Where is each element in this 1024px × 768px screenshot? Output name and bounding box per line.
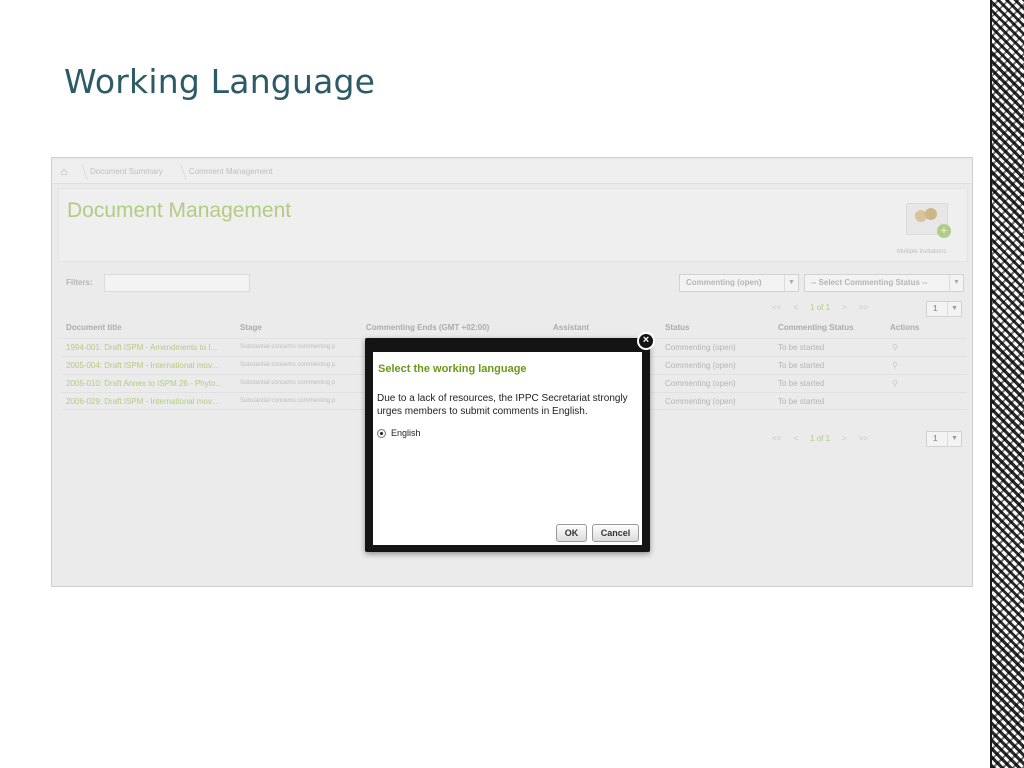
pager-first[interactable]: << xyxy=(772,303,781,312)
row-stage: Substantial concerns commenting p xyxy=(240,398,336,404)
pager-info: 1 of 1 xyxy=(810,434,831,443)
filters-label: Filters: xyxy=(66,278,93,287)
row-status: Commenting (open) xyxy=(665,361,736,370)
row-document-title[interactable]: 2005-010: Draft Annex to ISPM 26 - Phyto… xyxy=(66,375,236,392)
page-select-value: 1 xyxy=(933,434,938,443)
header-document-title[interactable]: Document title xyxy=(66,323,122,332)
filters-input[interactable] xyxy=(104,274,250,292)
multiple-invitations-icon[interactable]: + xyxy=(906,203,951,238)
page-select-value: 1 xyxy=(933,304,938,313)
row-commenting-status: To be started xyxy=(778,379,825,388)
row-stage: Substantial concerns commenting p xyxy=(240,362,336,368)
status-select-value: Commenting (open) xyxy=(686,278,762,287)
pager-next[interactable]: > xyxy=(842,434,847,443)
header-status[interactable]: Status xyxy=(665,323,689,332)
header-commenting-ends[interactable]: Commenting Ends (GMT +02:00) xyxy=(366,323,489,332)
slide-title: Working Language xyxy=(64,62,376,101)
language-option-english[interactable]: English xyxy=(377,428,421,438)
ok-button[interactable]: OK xyxy=(556,524,587,542)
pager-prev[interactable]: < xyxy=(793,303,798,312)
row-stage: Substantial concerns commenting p xyxy=(240,344,336,350)
page-select-bottom[interactable]: 1 ▼ xyxy=(926,431,962,447)
radio-selected-icon[interactable] xyxy=(377,428,386,438)
row-status: Commenting (open) xyxy=(665,379,736,388)
commenting-status-select[interactable]: -- Select Commenting Status -- ▼ xyxy=(804,274,964,292)
page-title: Document Management xyxy=(67,199,292,222)
pager-next[interactable]: > xyxy=(842,303,847,312)
row-document-title[interactable]: 2006-029: Draft ISPM - International mov… xyxy=(66,393,236,410)
status-select[interactable]: Commenting (open) ▼ xyxy=(679,274,799,292)
row-document-title[interactable]: 1994-001: Draft ISPM - Amendments to I..… xyxy=(66,339,236,356)
row-stage: Substantial concerns commenting p xyxy=(240,380,336,386)
pager-info: 1 of 1 xyxy=(810,303,831,312)
magnifier-icon[interactable]: ⚲ xyxy=(892,375,898,392)
multiple-invitations-label[interactable]: Multiple Invitations xyxy=(897,249,946,255)
chevron-down-icon: ▼ xyxy=(947,302,961,316)
breadcrumb-comment-management[interactable]: Comment Management xyxy=(175,160,285,184)
chevron-down-icon: ▼ xyxy=(949,275,963,291)
table-header: Document title Stage Commenting Ends (GM… xyxy=(62,323,967,337)
language-dialog-body: Select the working language Due to a lac… xyxy=(373,352,642,545)
header-assistant[interactable]: Assistant xyxy=(553,323,589,332)
pager-prev[interactable]: < xyxy=(793,434,798,443)
magnifier-icon[interactable]: ⚲ xyxy=(892,357,898,374)
cancel-button[interactable]: Cancel xyxy=(592,524,639,542)
row-status: Commenting (open) xyxy=(665,397,736,406)
page-select-top[interactable]: 1 ▼ xyxy=(926,301,962,317)
row-commenting-status: To be started xyxy=(778,343,825,352)
header-actions: Actions xyxy=(890,323,920,332)
row-document-title[interactable]: 2005-004: Draft ISPM - International mov… xyxy=(66,357,236,374)
header-stage[interactable]: Stage xyxy=(240,323,262,332)
breadcrumb: ⌂ Document Summary Comment Management xyxy=(52,160,972,184)
row-commenting-status: To be started xyxy=(778,397,825,406)
pager-bottom: << < 1 of 1 > >> xyxy=(772,434,868,443)
pager-top: << < 1 of 1 > >> xyxy=(772,303,868,312)
commenting-status-select-value: -- Select Commenting Status -- xyxy=(811,278,928,287)
chevron-down-icon: ▼ xyxy=(947,432,961,446)
decorative-border xyxy=(990,0,1024,768)
breadcrumb-document-summary[interactable]: Document Summary xyxy=(76,160,175,184)
row-commenting-status: To be started xyxy=(778,361,825,370)
header-commenting-status[interactable]: Commenting Status xyxy=(778,323,854,332)
row-status: Commenting (open) xyxy=(665,343,736,352)
chevron-down-icon: ▼ xyxy=(784,275,798,291)
dialog-title: Select the working language xyxy=(378,363,527,375)
close-icon[interactable]: × xyxy=(637,332,655,350)
magnifier-icon[interactable]: ⚲ xyxy=(892,339,898,356)
language-option-label: English xyxy=(391,428,421,438)
pager-last[interactable]: >> xyxy=(859,303,868,312)
pager-last[interactable]: >> xyxy=(859,434,868,443)
pager-first[interactable]: << xyxy=(772,434,781,443)
dialog-message: Due to a lack of resources, the IPPC Sec… xyxy=(377,393,628,417)
header-panel: Document Management + Multiple Invitatio… xyxy=(58,188,968,262)
